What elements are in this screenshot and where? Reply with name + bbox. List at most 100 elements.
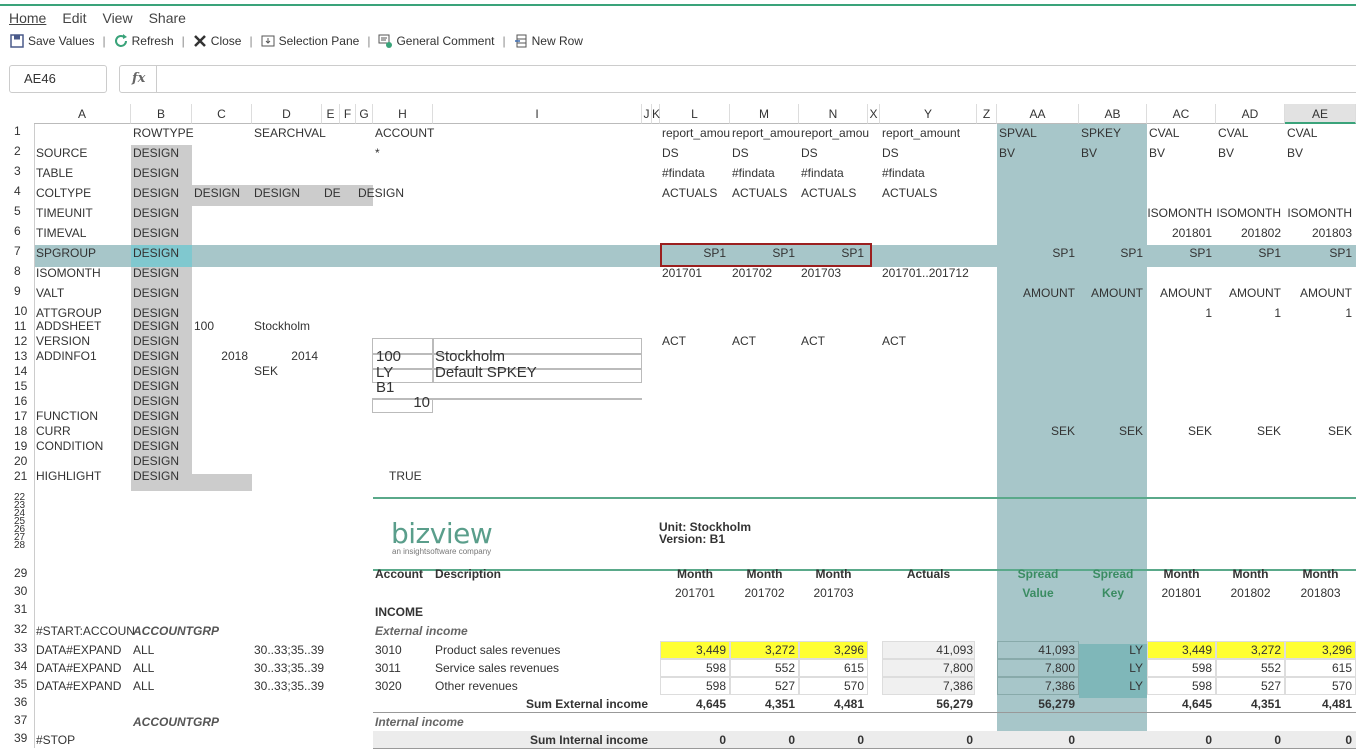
column-header-m[interactable]: M [730,104,799,124]
column-header-f[interactable]: F [340,104,356,124]
column-header-b[interactable]: B [131,104,192,124]
column-header-l[interactable]: L [660,104,730,124]
column-header-h[interactable]: H [373,104,433,124]
cell-a32: #START:ACCOUN [36,624,135,638]
cell-ab9: AMOUNT [1091,286,1143,300]
row-header-10[interactable]: 10 [0,304,34,318]
column-header-g[interactable]: G [356,104,373,124]
line-n-33: 3,296 [833,643,864,657]
column-header-x[interactable]: X [868,104,880,124]
row-header-33[interactable]: 33 [0,641,34,655]
cell-c11: 100 [194,319,215,333]
row-header-11[interactable]: 11 [0,319,34,333]
column-header-e[interactable]: E [322,104,340,124]
row-header-17[interactable]: 17 [0,409,34,423]
row-header-5[interactable]: 5 [0,204,34,218]
column-header-ae[interactable]: AE [1285,104,1356,124]
cell-c13: 2018 [221,349,248,363]
cell-ac2: BV [1149,146,1166,160]
row-header-35[interactable]: 35 [0,677,34,691]
cell-a4: COLTYPE [36,186,92,200]
row-header-21[interactable]: 21 [0,469,34,483]
menu-edit[interactable]: Edit [53,9,93,29]
cell-d13: 2014 [291,349,318,363]
row-header-16[interactable]: 16 [0,394,34,408]
cell-ae10: 1 [1345,306,1352,320]
column-header-n[interactable]: N [799,104,868,124]
formula-bar: AE46 fx [0,62,1356,96]
menu-view[interactable]: View [93,9,139,29]
row-header-31[interactable]: 31 [0,602,34,616]
report-green-line-top [373,497,1356,499]
cell-b33: ALL [133,643,155,657]
sum_ext-l: 4,645 [695,697,726,711]
sum_int-ac: 0 [1205,733,1212,747]
row-header-30[interactable]: 30 [0,584,34,598]
row-header-15[interactable]: 15 [0,379,34,393]
column-header-j[interactable]: J [642,104,652,124]
sum_ext-underline [373,712,1356,713]
row-header-6[interactable]: 6 [0,224,34,238]
column-header-a[interactable]: A [34,104,131,124]
cell-d1: SEARCHVAL [254,126,326,140]
refresh-button[interactable]: Refresh [112,34,176,48]
cell-m2: DS [732,146,749,160]
line-aa-34: 7,800 [1044,661,1075,675]
column-header-aa[interactable]: AA [997,104,1079,124]
menu-home[interactable]: Home [0,9,53,29]
column-header-k[interactable]: K [652,104,660,124]
row-header-14[interactable]: 14 [0,364,34,378]
row-header-3[interactable]: 3 [0,164,34,178]
column-header-y[interactable]: Y [880,104,977,124]
name-box[interactable]: AE46 [9,65,107,93]
report-c2: 201802 [1230,586,1271,600]
row-header-7[interactable]: 7 [0,244,34,258]
row-header-29[interactable]: 29 [0,566,34,580]
sum_ext-n: 4,481 [833,697,864,711]
formula-input[interactable]: fx [119,65,1356,93]
column-header-i[interactable]: I [433,104,642,124]
line-ae-33: 3,296 [1321,643,1352,657]
save-values-button[interactable]: Save Values [8,34,97,48]
cell-ac7: SP1 [1189,246,1212,260]
column-header-ac[interactable]: AC [1147,104,1216,124]
row-header-9[interactable]: 9 [0,284,34,298]
line-y-34: 7,800 [942,661,973,675]
row-header-8[interactable]: 8 [0,264,34,278]
new-row-button[interactable]: New Row [512,34,585,48]
row-header-28[interactable]: 28 [0,540,34,551]
cell-b32: ACCOUNTGRP [133,624,219,638]
selection-pane-button[interactable]: Selection Pane [259,34,362,48]
selection-pane-icon [261,35,275,47]
row-header-1[interactable]: 1 [0,124,34,138]
cell-ad2: BV [1218,146,1235,160]
row-header-36[interactable]: 36 [0,695,34,709]
close-button[interactable]: Close [191,34,244,48]
sum_int-label: Sum Internal income [529,733,648,747]
row-header-20[interactable]: 20 [0,454,34,468]
general-comment-button[interactable]: General Comment [376,34,496,48]
row-header-2[interactable]: 2 [0,144,34,158]
sum_int-y: 0 [966,733,973,747]
row-header-13[interactable]: 13 [0,349,34,363]
row-header-4[interactable]: 4 [0,184,34,198]
cell-m7: SP1 [772,246,795,260]
row-header-32[interactable]: 32 [0,622,34,636]
cell-ae2: BV [1287,146,1304,160]
menu-share[interactable]: Share [140,9,193,29]
row-header-18[interactable]: 18 [0,424,34,438]
column-header-ab[interactable]: AB [1079,104,1147,124]
row-header-19[interactable]: 19 [0,439,34,453]
row-header-37[interactable]: 37 [0,713,34,727]
row-header-12[interactable]: 12 [0,334,34,348]
column-header-ad[interactable]: AD [1216,104,1285,124]
row-header-34[interactable]: 34 [0,659,34,673]
column-header-d[interactable]: D [252,104,322,124]
toolbar-separator: | [502,34,506,48]
cell-a17: FUNCTION [36,409,98,423]
column-header-c[interactable]: C [192,104,252,124]
column-header-z[interactable]: Z [977,104,997,124]
row-header-39[interactable]: 39 [0,731,34,745]
cell-a34: DATA#EXPAND [36,661,122,675]
report-month-head-n: Month [815,567,852,581]
